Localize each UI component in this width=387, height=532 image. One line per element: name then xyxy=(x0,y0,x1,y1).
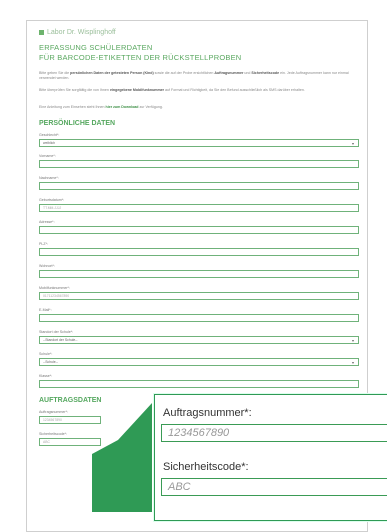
city-label: Wohnort*: xyxy=(39,264,55,268)
logo-square-icon xyxy=(39,30,44,35)
intro-paragraph-3: Eine Anleitung zum Einsehen steht Ihnen … xyxy=(39,105,163,109)
city-field[interactable] xyxy=(39,270,359,278)
zoom-order-field[interactable]: 1234567890 xyxy=(161,424,387,442)
security-code-field[interactable]: ABC xyxy=(39,438,101,446)
order-number-label: Auftragsnummer*: xyxy=(39,410,68,414)
zip-field[interactable] xyxy=(39,248,359,256)
intro-paragraph-2: Bitte überprüfen Sie sorgfältig die von … xyxy=(39,88,305,92)
lab-logo: Labor Dr. Wisplinghoff xyxy=(39,29,116,36)
email-field[interactable] xyxy=(39,314,359,322)
security-code-label: Sicherheitscode*: xyxy=(39,432,67,436)
intro-paragraph-1: Bitte geben Sie die persönlichen Daten d… xyxy=(39,71,349,80)
page-title-line2: FÜR BARCODE-ETIKETTEN DER RÜCKSTELLPROBE… xyxy=(39,53,242,62)
address-field[interactable] xyxy=(39,226,359,234)
zoom-code-field[interactable]: ABC xyxy=(161,478,387,496)
lastname-label: Nachname*: xyxy=(39,176,59,180)
logo-text: Labor Dr. Wisplinghoff xyxy=(47,29,116,36)
firstname-field[interactable] xyxy=(39,160,359,168)
zoom-code-label: Sicherheitscode*: xyxy=(163,461,249,473)
mobile-field[interactable]: 01711234567890 xyxy=(39,292,359,300)
gender-select[interactable]: weiblich ▾ xyxy=(39,139,359,147)
personal-data-heading: PERSÖNLICHE DATEN xyxy=(39,120,116,127)
birthdate-field[interactable]: TT.MM.JJJJ xyxy=(39,204,359,212)
download-link[interactable]: hier zum Download xyxy=(106,105,139,109)
order-data-heading: AUFTRAGSDATEN xyxy=(39,397,102,404)
gender-label: Geschlecht*: xyxy=(39,133,60,137)
school-label: Schule*: xyxy=(39,352,53,356)
school-location-select[interactable]: --Standort der Schule-- ▾ xyxy=(39,336,359,344)
firstname-label: Vorname*: xyxy=(39,154,56,158)
zoom-callout: Auftragsnummer*: 1234567890 Sicherheitsc… xyxy=(154,394,387,521)
page-title: ERFASSUNG SCHÜLERDATEN FÜR BARCODE-ETIKE… xyxy=(39,43,241,63)
class-label: Klasse*: xyxy=(39,374,53,378)
chevron-down-icon: ▾ xyxy=(351,338,354,343)
chevron-down-icon: ▾ xyxy=(351,360,354,365)
zoom-order-label: Auftragsnummer*: xyxy=(163,407,252,419)
address-label: Adresse*: xyxy=(39,220,55,224)
chevron-down-icon: ▾ xyxy=(351,141,354,146)
school-select[interactable]: --Schule-- ▾ xyxy=(39,358,359,366)
mobile-label: Mobilfunknummer*: xyxy=(39,286,70,290)
zip-label: PLZ*: xyxy=(39,242,48,246)
email-label: E-Mail*: xyxy=(39,308,52,312)
school-location-label: Standort der Schule*: xyxy=(39,330,74,334)
birthdate-label: Geburtsdatum*: xyxy=(39,198,65,202)
lastname-field[interactable] xyxy=(39,182,359,190)
order-number-field[interactable]: 1234567890 xyxy=(39,416,101,424)
class-field[interactable] xyxy=(39,380,359,388)
page-title-line1: ERFASSUNG SCHÜLERDATEN xyxy=(39,43,153,52)
